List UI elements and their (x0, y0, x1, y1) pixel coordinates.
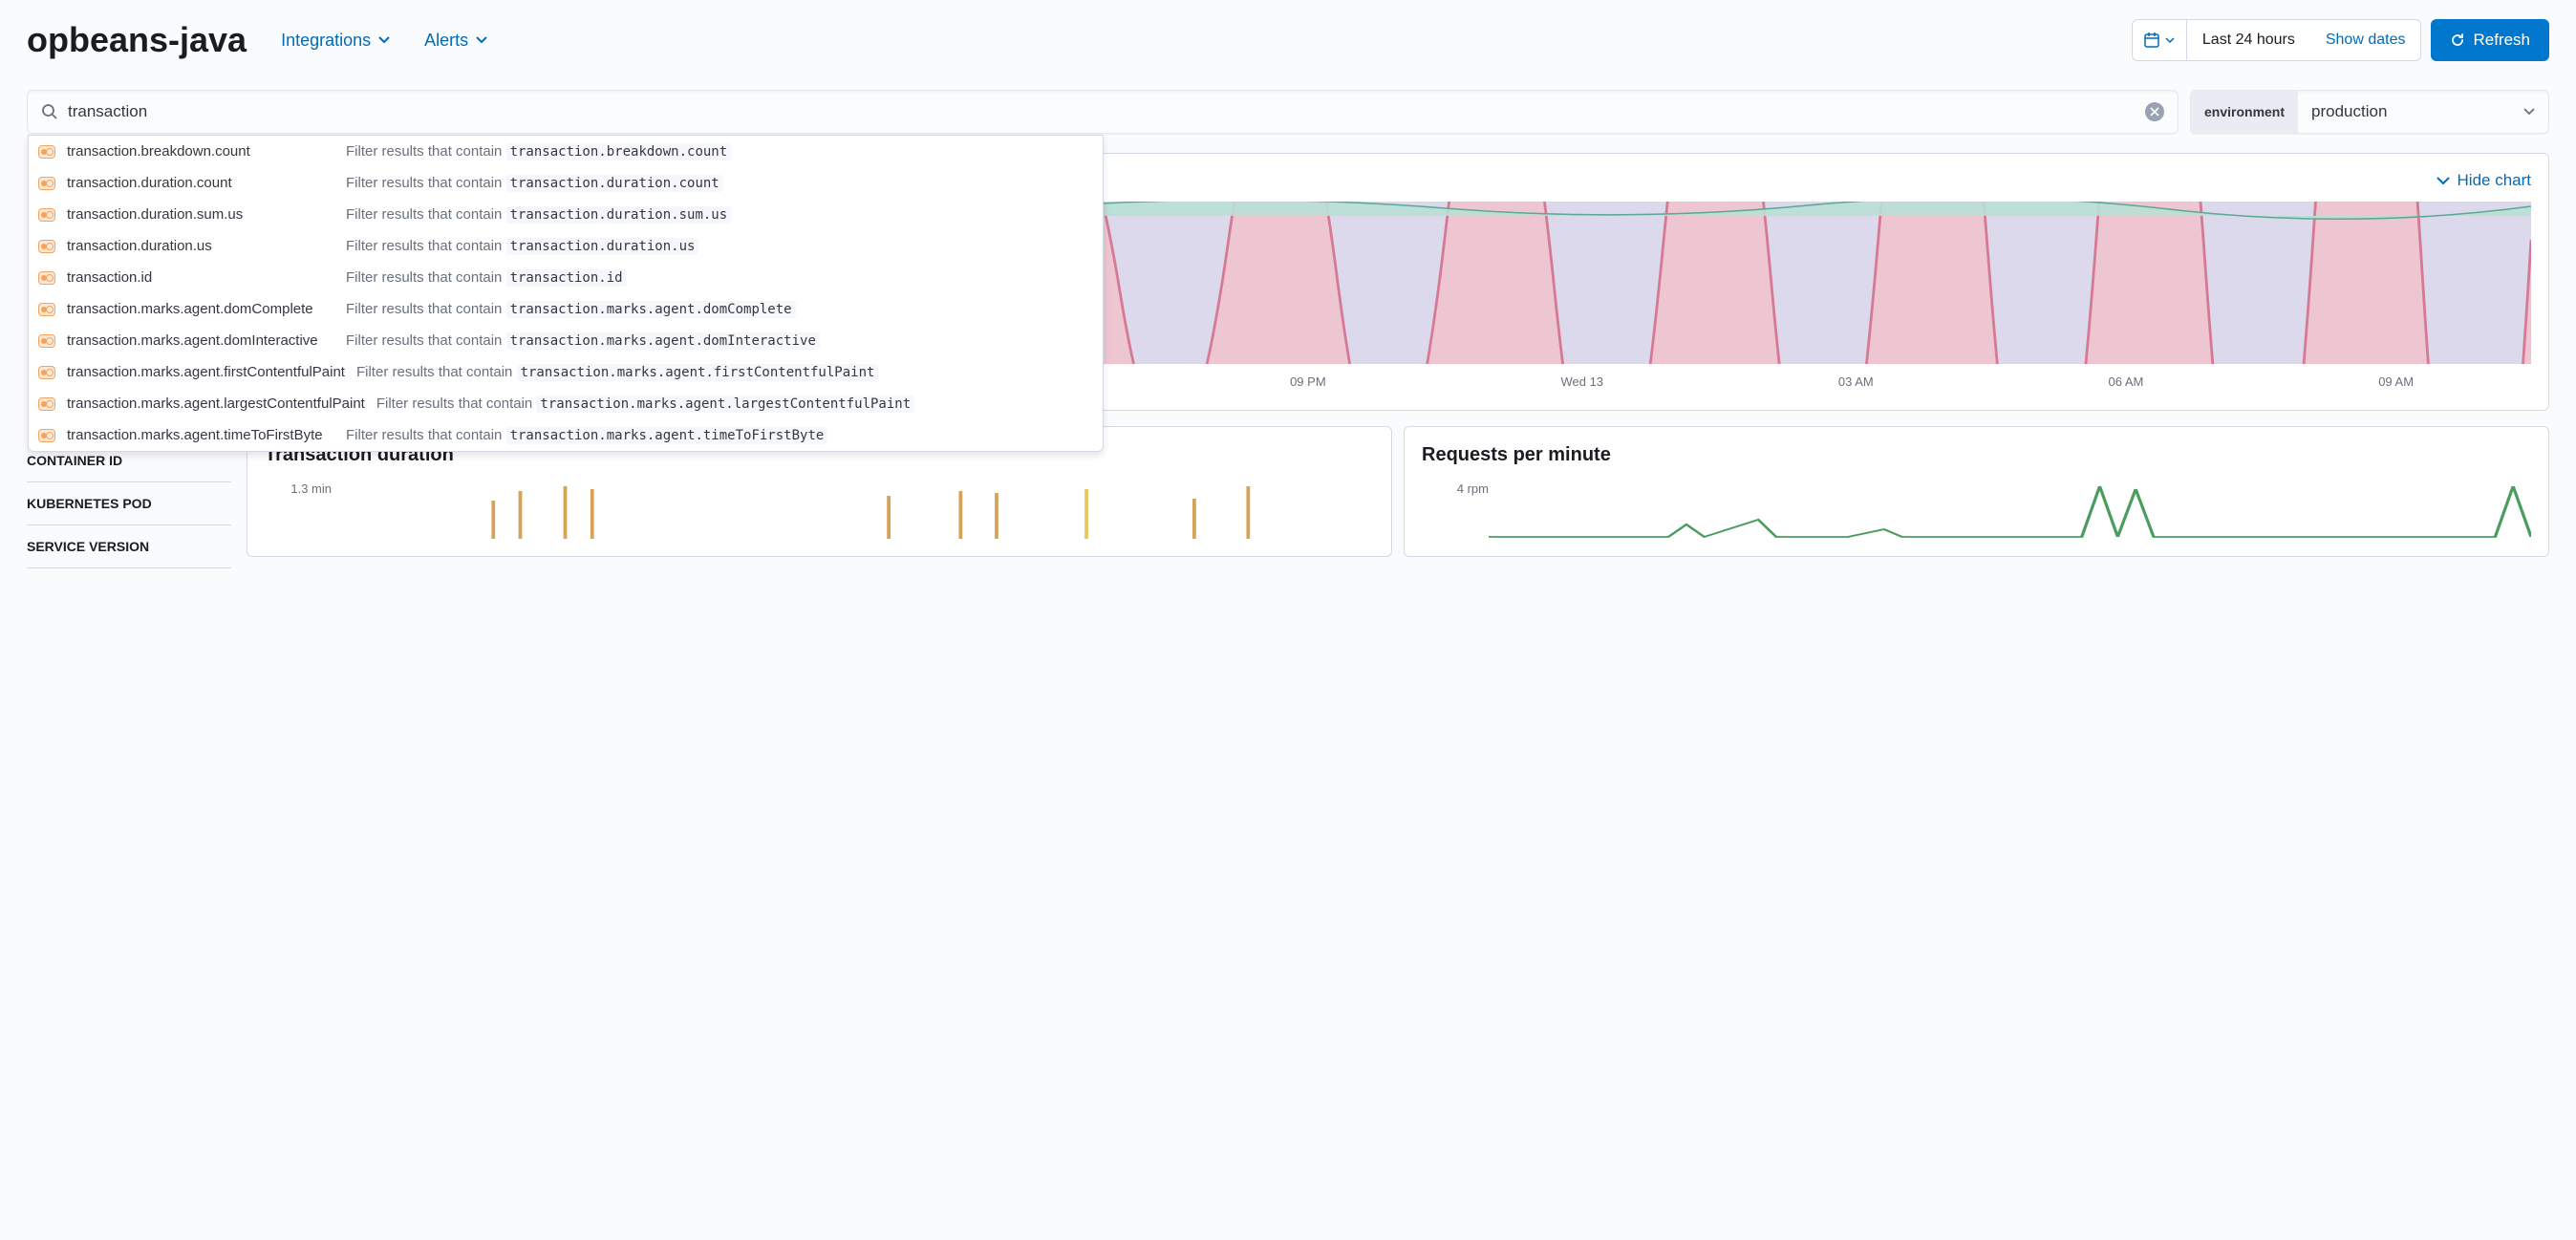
field-type-icon (38, 429, 55, 442)
field-type-icon (38, 334, 55, 348)
suggestion-description: Filter results that contain transaction.… (346, 175, 723, 191)
field-type-icon (38, 145, 55, 159)
show-dates-link[interactable]: Show dates (2310, 32, 2421, 49)
y-tick-top: 4 rpm (1422, 481, 1489, 496)
integrations-link[interactable]: Integrations (281, 31, 390, 51)
field-type-icon (38, 208, 55, 222)
x-tick: 06 AM (2109, 374, 2144, 389)
filter-item[interactable]: SERVICE VERSION (27, 525, 231, 568)
chevron-down-icon (476, 36, 487, 44)
suggestion-item[interactable]: transaction.duration.sum.usFilter result… (29, 199, 1103, 230)
duration-chart (332, 481, 1374, 539)
field-type-icon (38, 303, 55, 316)
calendar-icon (2144, 32, 2159, 48)
field-type-icon (38, 397, 55, 411)
environment-label: environment (2191, 91, 2298, 133)
suggestion-code: transaction.breakdown.count (506, 143, 732, 160)
suggestion-code: transaction.duration.sum.us (506, 206, 732, 224)
x-tick: Wed 13 (1560, 374, 1603, 389)
field-type-icon (38, 240, 55, 253)
chevron-down-icon (2436, 177, 2450, 185)
suggestion-description: Filter results that contain transaction.… (376, 396, 914, 412)
suggestion-code: transaction.duration.us (506, 238, 699, 255)
suggestion-description: Filter results that contain transaction.… (346, 301, 796, 317)
suggestion-code: transaction.marks.agent.firstContentfulP… (517, 364, 879, 381)
suggestion-item[interactable]: transaction.marks.agent.timeToFirstByteF… (29, 419, 1103, 451)
suggestion-description: Filter results that contain transaction.… (346, 206, 731, 223)
suggestion-field-name: transaction.marks.agent.domInteractive (67, 332, 334, 349)
suggestion-item[interactable]: transaction.marks.agent.domInteractiveFi… (29, 325, 1103, 356)
clear-search-button[interactable] (2145, 102, 2164, 121)
alerts-label: Alerts (424, 31, 468, 51)
filter-item[interactable]: KUBERNETES POD (27, 482, 231, 525)
suggestion-description: Filter results that contain transaction.… (346, 269, 627, 286)
suggestion-item[interactable]: transaction.duration.usFilter results th… (29, 230, 1103, 262)
suggestion-field-name: transaction.duration.count (67, 175, 334, 191)
date-quick-select[interactable] (2133, 20, 2187, 60)
suggestion-description: Filter results that contain transaction.… (346, 238, 698, 254)
suggestion-code: transaction.marks.agent.largestContentfu… (536, 396, 914, 413)
suggestion-code: transaction.marks.agent.domComplete (506, 301, 796, 318)
suggestion-field-name: transaction.marks.agent.firstContentfulP… (67, 364, 345, 380)
suggestions-scroll[interactable]: transaction.breakdown.countFilter result… (29, 136, 1103, 451)
field-type-icon (38, 366, 55, 379)
refresh-label: Refresh (2473, 31, 2530, 50)
suggestion-code: transaction.id (506, 269, 627, 287)
suggestion-item[interactable]: transaction.idFilter results that contai… (29, 262, 1103, 293)
suggestion-item[interactable]: transaction.duration.countFilter results… (29, 167, 1103, 199)
suggestion-field-name: transaction.marks.agent.timeToFirstByte (67, 427, 334, 443)
x-tick: 03 AM (1838, 374, 1874, 389)
hide-chart-label: Hide chart (2458, 171, 2531, 190)
suggestion-item[interactable]: transaction.marks.agent.firstContentfulP… (29, 356, 1103, 388)
field-type-icon (38, 177, 55, 190)
y-tick-top: 1.3 min (265, 481, 332, 496)
environment-selector[interactable]: environment production (2190, 90, 2549, 134)
environment-value: production (2298, 102, 2510, 121)
suggestion-code: transaction.duration.count (506, 175, 723, 192)
suggestion-field-name: transaction.duration.us (67, 238, 334, 254)
suggestion-field-name: transaction.marks.agent.domComplete (67, 301, 334, 317)
suggestion-description: Filter results that contain transaction.… (346, 143, 731, 160)
suggestion-field-name: transaction.marks.agent.largestContentfu… (67, 396, 365, 412)
suggestion-field-name: transaction.id (67, 269, 334, 286)
suggestion-description: Filter results that contain transaction.… (346, 427, 827, 443)
chevron-down-icon (2165, 37, 2175, 43)
field-type-icon (38, 271, 55, 285)
hide-chart-toggle[interactable]: Hide chart (2436, 171, 2531, 190)
suggestion-item[interactable]: transaction.marks.agent.largestContentfu… (29, 388, 1103, 419)
panel-title: Requests per minute (1422, 444, 2531, 466)
x-tick: 09 PM (1290, 374, 1326, 389)
date-picker[interactable]: Last 24 hours Show dates (2132, 19, 2422, 61)
refresh-button[interactable]: Refresh (2431, 19, 2549, 61)
x-tick: 09 AM (2378, 374, 2414, 389)
suggestion-code: transaction.marks.agent.domInteractive (506, 332, 820, 350)
search-icon (41, 103, 58, 120)
integrations-label: Integrations (281, 31, 371, 51)
chevron-down-icon (378, 36, 390, 44)
refresh-icon (2450, 32, 2465, 48)
requests-per-minute-panel: Requests per minute 4 rpm (1404, 426, 2549, 557)
suggestion-code: transaction.marks.agent.timeToFirstByte (506, 427, 828, 444)
search-input[interactable] (68, 102, 2145, 121)
search-suggestions: transaction.breakdown.countFilter result… (28, 135, 1104, 452)
rpm-chart (1489, 481, 2531, 539)
suggestion-field-name: transaction.duration.sum.us (67, 206, 334, 223)
close-icon (2150, 107, 2159, 117)
chevron-down-icon (2510, 103, 2548, 120)
search-box[interactable]: transaction.breakdown.countFilter result… (27, 90, 2179, 134)
suggestion-field-name: transaction.breakdown.count (67, 143, 334, 160)
page-title: opbeans-java (27, 20, 247, 60)
suggestion-description: Filter results that contain transaction.… (346, 332, 820, 349)
date-range-display[interactable]: Last 24 hours (2187, 32, 2310, 49)
suggestion-item[interactable]: transaction.marks.agent.domCompleteFilte… (29, 293, 1103, 325)
suggestion-item[interactable]: transaction.breakdown.countFilter result… (29, 136, 1103, 167)
suggestion-description: Filter results that contain transaction.… (356, 364, 878, 380)
alerts-link[interactable]: Alerts (424, 31, 487, 51)
